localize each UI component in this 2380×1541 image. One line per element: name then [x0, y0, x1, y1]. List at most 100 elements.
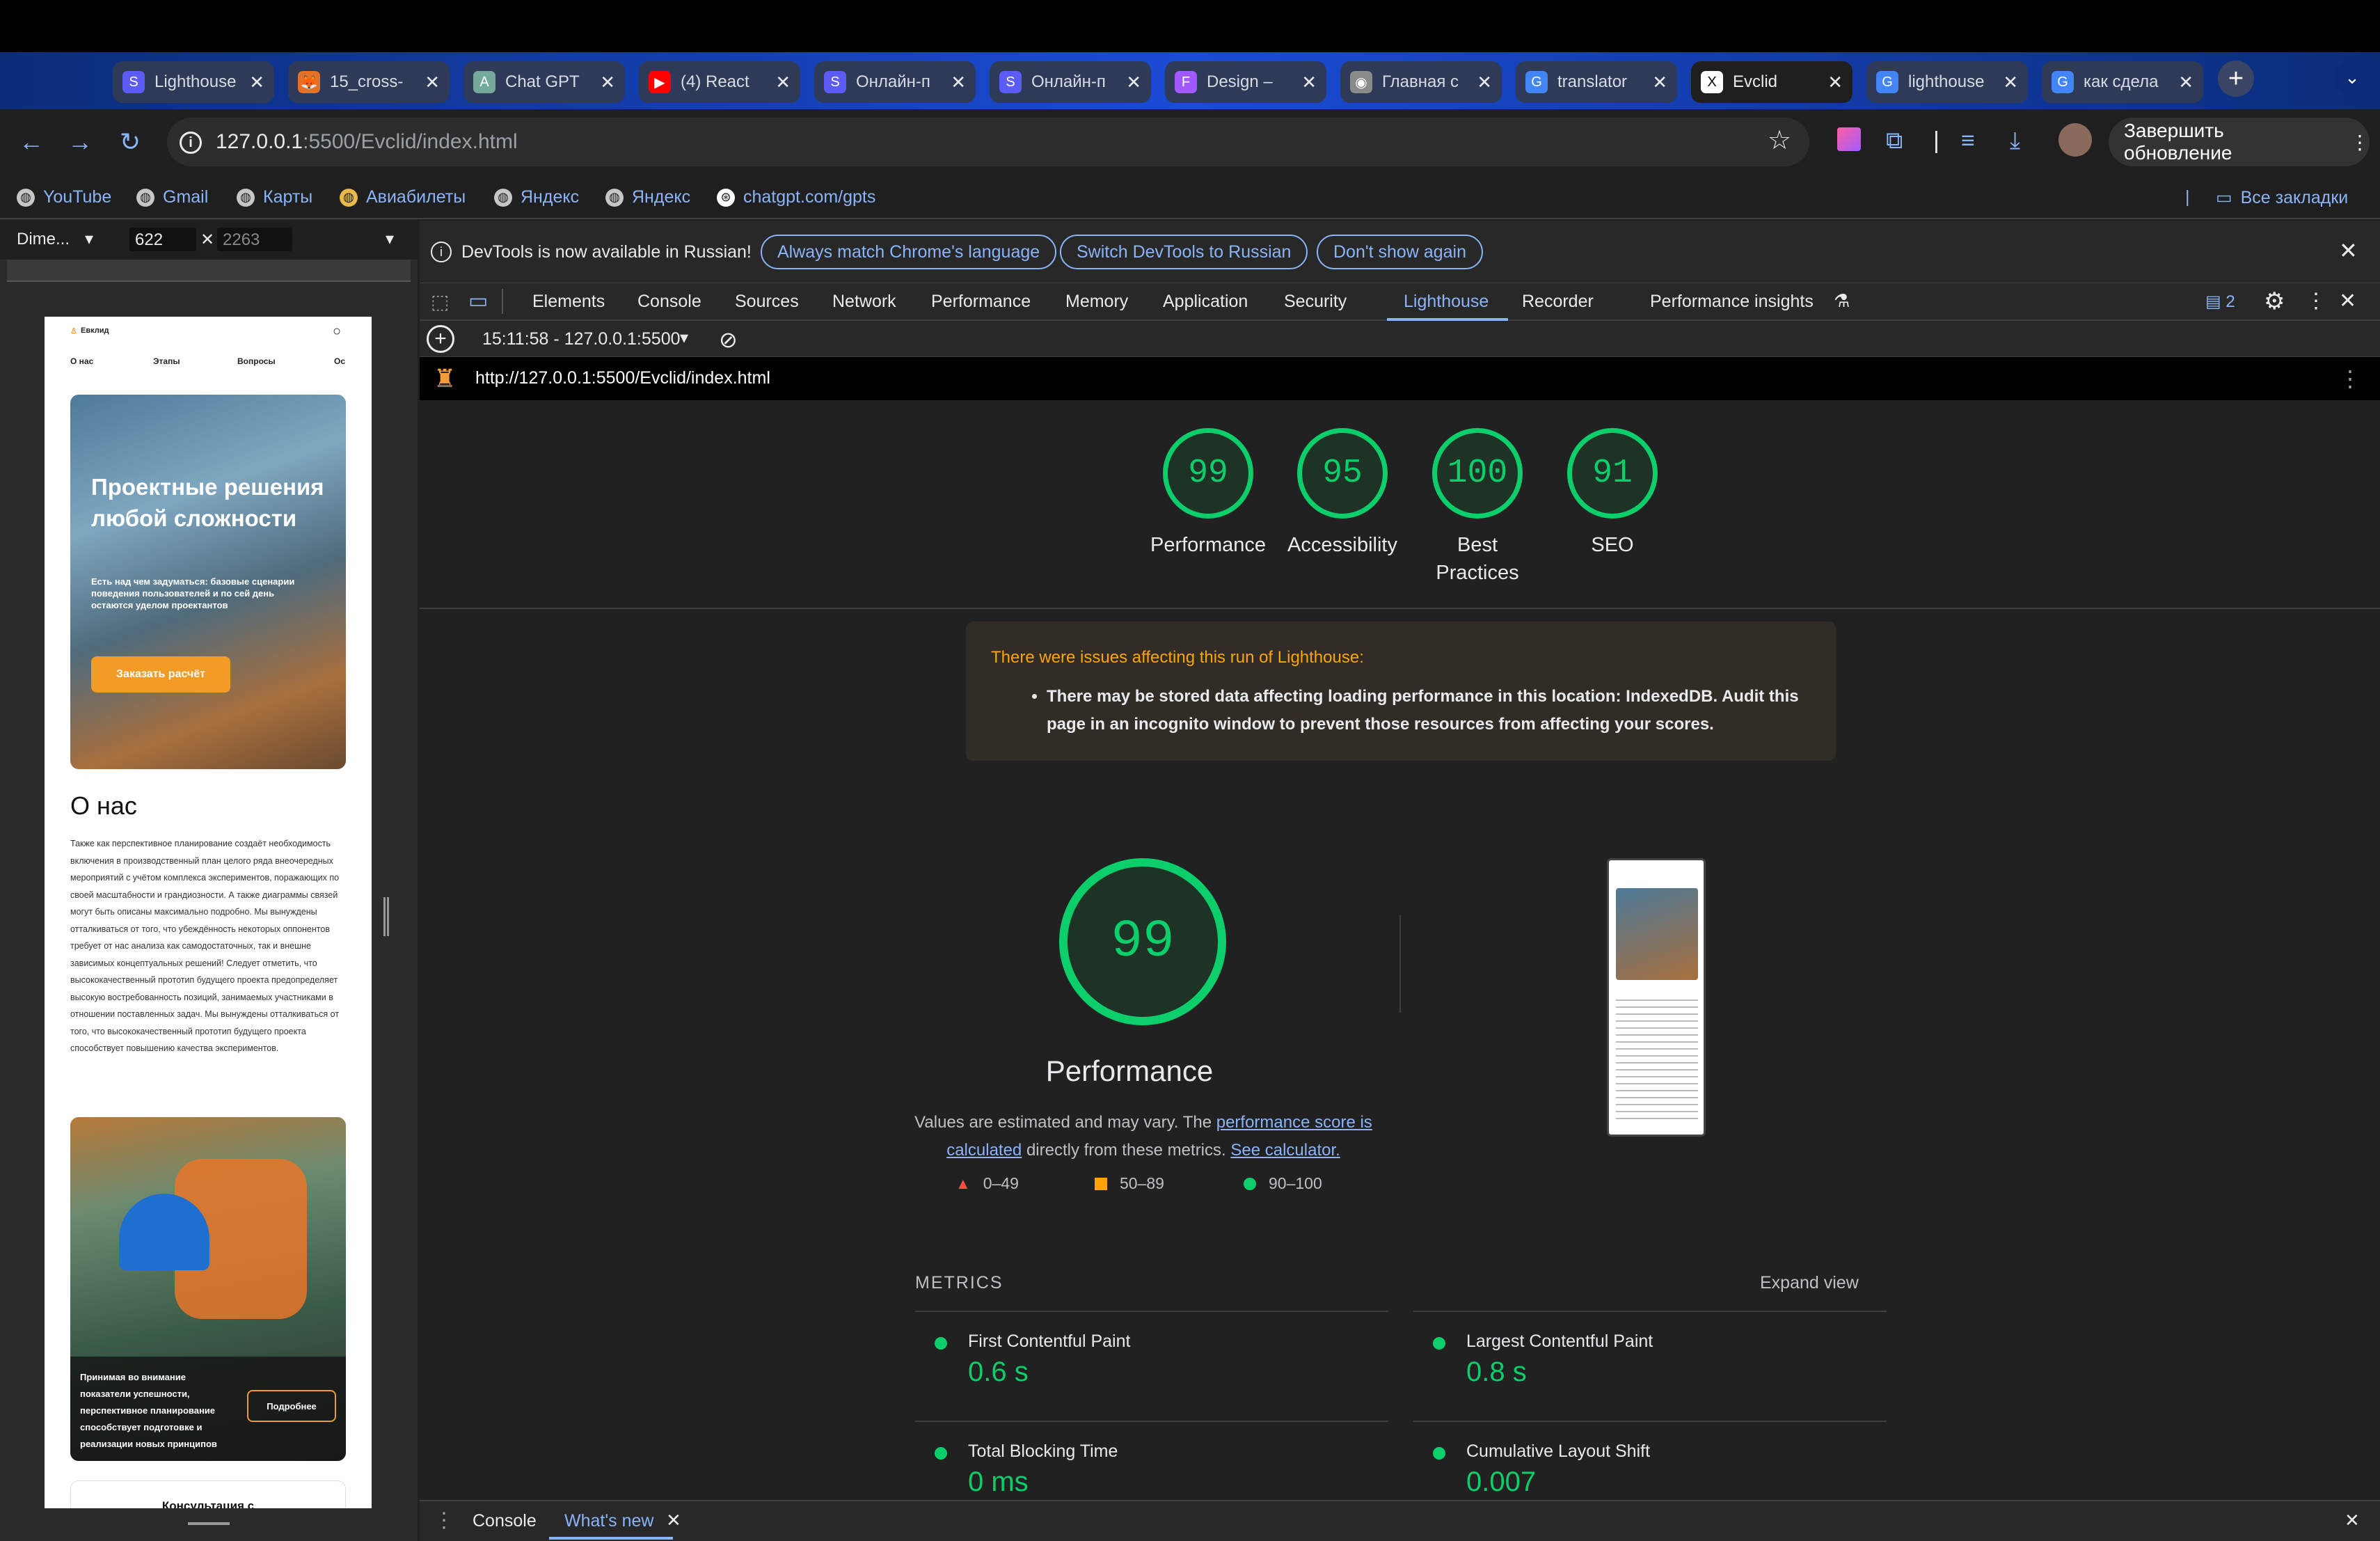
match-language-button[interactable]: Always match Chrome's language [761, 235, 1057, 269]
close-icon[interactable]: ✕ [2178, 72, 2193, 93]
tab-react[interactable]: ▶ (4) React ✕ [639, 61, 800, 103]
tab-chatgpt[interactable]: A Chat GPT ✕ [463, 61, 625, 103]
close-icon[interactable]: ✕ [1827, 72, 1843, 93]
height-input[interactable]: 2263 [217, 228, 292, 251]
tab-lighthouse-search[interactable]: Glighthouse ✕ [1866, 61, 2028, 103]
tab-performance[interactable]: Performance [931, 292, 1031, 312]
bookmark-chatgpt[interactable]: ⊛ chatgpt.com/gpts [717, 187, 875, 207]
tab-online-2[interactable]: S Онлайн-п ✕ [990, 61, 1151, 103]
close-icon[interactable]: ✕ [600, 72, 615, 93]
width-input[interactable]: 622 [129, 228, 196, 251]
more-button[interactable]: Подробнее [247, 1390, 336, 1422]
tab-console[interactable]: Console [637, 292, 701, 312]
tab-elements[interactable]: Elements [532, 292, 605, 312]
close-icon[interactable]: ✕ [1477, 72, 1492, 93]
gauge-performance[interactable]: 99 Performance [1139, 428, 1278, 559]
tab-network[interactable]: Network [832, 292, 896, 312]
reload-icon[interactable]: ↻ [113, 125, 148, 159]
close-icon[interactable]: ✕ [1301, 72, 1317, 93]
tab-application[interactable]: Application [1163, 292, 1248, 312]
tab-lighthouse[interactable]: S Lighthouse ✕ [113, 61, 274, 103]
drawer-menu-icon[interactable]: ⋮ [434, 1508, 454, 1533]
tab-memory[interactable]: Memory [1065, 292, 1128, 312]
site-nav-questions[interactable]: Вопросы [237, 356, 276, 366]
bookmark-gmail[interactable]: ◍ Gmail [136, 187, 208, 207]
gear-icon[interactable]: ⚙ [2264, 287, 2285, 315]
resize-handle[interactable] [383, 897, 389, 936]
tab-evclid[interactable]: X Evclid ✕ [1691, 61, 1853, 103]
all-bookmarks[interactable]: ▭ Все закладки [2216, 187, 2348, 208]
site-nav-stages[interactable]: Этапы [153, 356, 180, 366]
tab-main[interactable]: ◉ Главная с ✕ [1340, 61, 1502, 103]
address-bar[interactable]: 127.0.0.1:5500/Evclid/index.html [167, 118, 1809, 166]
extension-icon[interactable] [1837, 127, 1861, 151]
gauge-accessibility[interactable]: 95 Accessibility [1273, 428, 1412, 559]
site-nav-about[interactable]: О нас [70, 356, 93, 366]
downloads-icon[interactable]: ⤓ [2010, 127, 2020, 155]
close-devtools-icon[interactable]: ✕ [2339, 289, 2356, 313]
final-screenshot[interactable] [1607, 858, 1706, 1137]
media-controls-icon[interactable]: ≡ [1961, 127, 1975, 155]
extensions-puzzle-icon[interactable]: ⧉ [1886, 127, 1903, 155]
gauge-best-practices[interactable]: 100 Best Practices [1408, 428, 1547, 587]
close-icon[interactable]: ✕ [775, 72, 791, 93]
update-button[interactable]: Завершить обновление ⋮ [2109, 118, 2370, 166]
more-vert-icon[interactable]: ⋮ [2306, 289, 2326, 313]
close-icon[interactable]: ✕ [951, 72, 966, 93]
back-icon[interactable]: ← [14, 125, 49, 159]
chevron-down-icon[interactable]: ▾ [680, 328, 688, 348]
bookmark-youtube[interactable]: ◍ YouTube [17, 187, 111, 207]
tab-design[interactable]: F Design – ✕ [1165, 61, 1326, 103]
tab-sources[interactable]: Sources [735, 292, 799, 312]
close-icon[interactable]: ✕ [1652, 72, 1667, 93]
tab-performance-insights[interactable]: Performance insights [1650, 292, 1814, 312]
close-icon[interactable]: ✕ [425, 72, 440, 93]
close-icon[interactable]: ✕ [2003, 72, 2018, 93]
close-drawer-icon[interactable]: ✕ [2345, 1510, 2360, 1531]
inspect-element-icon[interactable]: ⬚ [431, 290, 449, 313]
chevron-down-icon[interactable]: ▾ [85, 229, 93, 249]
device-toolbar-icon[interactable]: ▭ [468, 289, 488, 313]
report-select[interactable]: 15:11:58 - 127.0.0.1:5500 [482, 329, 681, 349]
bookmark-star-icon[interactable]: ☆ [1768, 125, 1791, 156]
bookmark-flights[interactable]: ◍ Авиабилеты [340, 187, 466, 207]
device-preset-select[interactable]: Dime... [17, 230, 70, 249]
site-info-icon[interactable]: i [180, 132, 202, 154]
tab-security[interactable]: Security [1284, 292, 1347, 312]
bookmark-yandex-2[interactable]: ◍ Яндекс [605, 187, 690, 207]
drawer-tab-whats-new[interactable]: What's new [564, 1511, 653, 1531]
issues-badge[interactable]: ▤ 2 [2205, 292, 2235, 312]
bookmark-yandex-1[interactable]: ◍ Яндекс [494, 187, 579, 207]
gauge-seo[interactable]: 91 SEO [1543, 428, 1682, 559]
bookmark-maps[interactable]: ◍ Карты [237, 187, 312, 207]
more-vert-icon[interactable]: ⋮ [2350, 131, 2370, 154]
close-icon[interactable]: ✕ [249, 72, 264, 93]
resize-handle-bottom[interactable] [188, 1522, 230, 1525]
close-icon[interactable]: ✕ [666, 1510, 681, 1531]
drawer-tab-console[interactable]: Console [473, 1511, 537, 1531]
tab-lighthouse[interactable]: Lighthouse [1404, 292, 1489, 312]
expand-view-toggle[interactable]: Expand view [1760, 1273, 1859, 1293]
tab-translator[interactable]: Gtranslator ✕ [1516, 61, 1677, 103]
chevron-down-icon[interactable]: ▾ [386, 229, 394, 249]
switch-russian-button[interactable]: Switch DevTools to Russian [1060, 235, 1308, 269]
report-url[interactable]: http://127.0.0.1:5500/Evclid/index.html [475, 368, 770, 388]
more-vert-icon[interactable]: ⋮ [2339, 365, 2361, 392]
search-icon[interactable]: ○ [333, 324, 341, 340]
new-report-icon[interactable]: + [427, 325, 454, 353]
tab-cross[interactable]: 🦊 15_cross- ✕ [288, 61, 450, 103]
forward-icon[interactable]: → [63, 125, 97, 159]
order-button[interactable]: Заказать расчёт [91, 656, 230, 693]
close-icon[interactable]: ✕ [1126, 72, 1141, 93]
tab-search-button[interactable]: ⌄ [2335, 60, 2370, 95]
close-icon[interactable]: ✕ [2339, 237, 2358, 264]
profile-avatar[interactable] [2058, 123, 2092, 157]
site-nav-more[interactable]: Ос [334, 356, 345, 366]
clear-icon[interactable]: ⊘ [719, 326, 738, 353]
tab-recorder[interactable]: Recorder [1522, 292, 1594, 312]
calculator-link[interactable]: See calculator. [1230, 1141, 1340, 1160]
tab-how-to[interactable]: Gкак сдела ✕ [2042, 61, 2203, 103]
dont-show-again-button[interactable]: Don't show again [1317, 235, 1484, 269]
tab-online-1[interactable]: S Онлайн-п ✕ [814, 61, 976, 103]
new-tab-button[interactable]: + [2218, 61, 2254, 97]
